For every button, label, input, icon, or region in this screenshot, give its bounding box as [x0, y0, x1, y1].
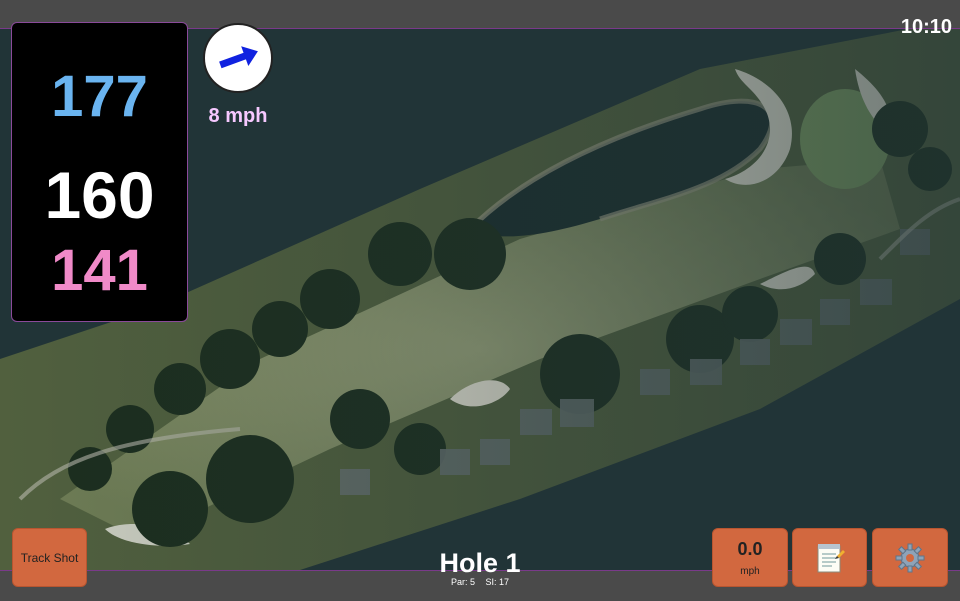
hole-stroke-index: SI: 17 — [485, 577, 510, 587]
settings-button[interactable] — [872, 528, 948, 587]
notes-button[interactable] — [792, 528, 867, 587]
clock: 10:10 — [900, 16, 952, 38]
back-distance: 177 — [51, 64, 148, 129]
front-distance: 141 — [51, 238, 148, 303]
wind-speed: 8 mph — [208, 105, 268, 127]
hole-par: Par: 5 — [450, 577, 475, 587]
hole-title: Hole 1 — [439, 548, 521, 578]
wind-direction-arrow-icon — [219, 46, 258, 69]
speed-value: 0.0 — [737, 538, 763, 559]
speed-unit: mph — [740, 565, 760, 577]
gear-icon — [895, 543, 925, 572]
hole-info: Par: 5 SI: 17 — [400, 577, 560, 587]
middle-distance: 160 — [44, 158, 155, 232]
speed-button[interactable]: 0.0 mph — [712, 528, 788, 587]
track-shot-button[interactable]: Track Shot — [12, 528, 87, 587]
wind-dial — [203, 23, 273, 93]
distance-panel: 177 160 141 — [11, 22, 188, 322]
notepad-icon — [817, 543, 845, 572]
